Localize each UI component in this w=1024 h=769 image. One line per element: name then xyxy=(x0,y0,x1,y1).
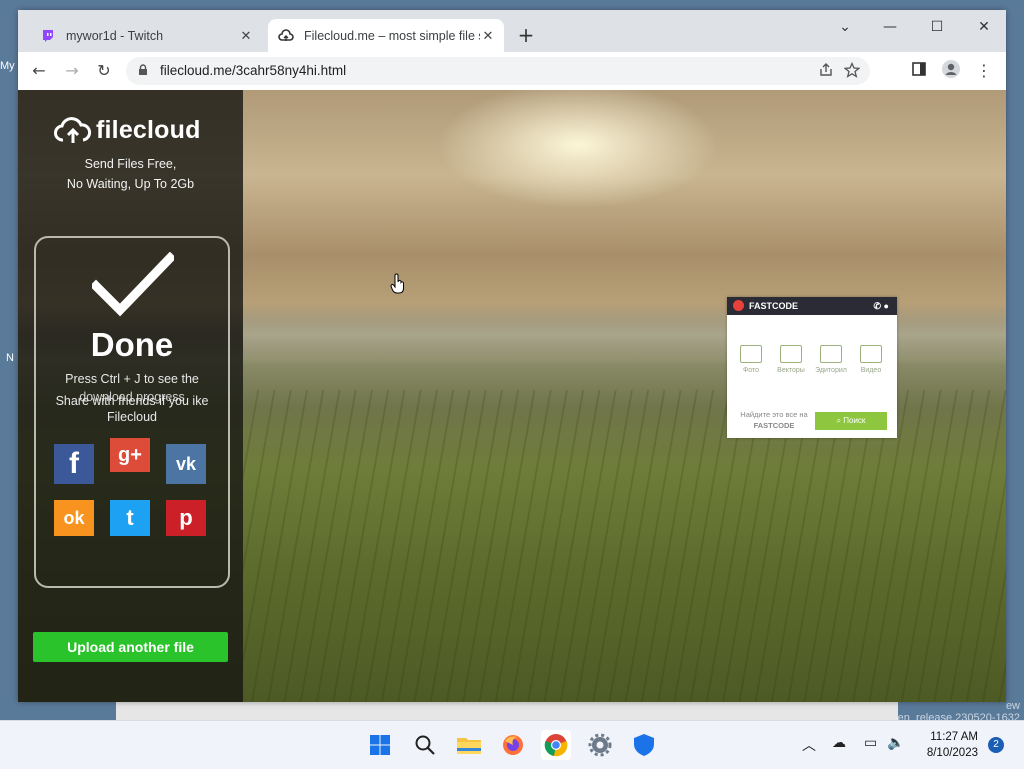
start-windows-icon[interactable] xyxy=(365,730,395,760)
browser-toolbar: ← → ↻ filecloud.me/3cahr58ny4hi.html ⋮ xyxy=(18,52,1006,91)
lock-icon[interactable] xyxy=(138,64,148,79)
hint-line1: Press Ctrl + J to see the xyxy=(65,372,199,386)
volume-icon[interactable]: 🔈 xyxy=(887,735,904,751)
ad-item-video[interactable]: Видео xyxy=(854,345,888,374)
vector-icon xyxy=(780,345,802,363)
address-bar[interactable]: filecloud.me/3cahr58ny4hi.html xyxy=(126,57,870,85)
chrome-icon[interactable] xyxy=(541,730,571,760)
phone-chat-icon: ✆ ● xyxy=(873,301,889,311)
menu-kebab-icon[interactable]: ⋮ xyxy=(973,60,995,82)
ad-item-label: Векторы xyxy=(777,367,805,374)
background-window-strip xyxy=(116,702,898,720)
close-tab-icon[interactable]: ✕ xyxy=(238,28,254,44)
minimize-button[interactable]: — xyxy=(875,16,905,38)
tab-search-icon[interactable]: ⌄ xyxy=(830,16,860,38)
pinterest-icon: p xyxy=(179,505,193,530)
profile-avatar-icon[interactable] xyxy=(940,60,962,82)
facebook-share-button[interactable]: f xyxy=(54,444,94,484)
windows-security-icon[interactable] xyxy=(629,730,659,760)
bookmark-star-icon[interactable] xyxy=(843,61,861,82)
maximize-button[interactable]: ☐ xyxy=(922,16,952,38)
tagline-line2: No Waiting, Up To 2Gb xyxy=(66,177,195,191)
ad-item-label: Видео xyxy=(860,367,882,374)
ad-header: FASTCODE ✆ ● xyxy=(727,297,897,315)
page-content: filecloud Send Files Free, No Waiting, U… xyxy=(18,90,1006,702)
browser-window: mywor1d - Twitch ✕ Filecloud.me – most s… xyxy=(18,10,1006,702)
tab-title: Filecloud.me – most simple file s xyxy=(304,28,480,43)
close-window-button[interactable]: ✕ xyxy=(969,16,999,38)
share-icon[interactable] xyxy=(818,62,834,82)
desktop-icon-label: N xyxy=(6,352,14,364)
sidebar: filecloud Send Files Free, No Waiting, U… xyxy=(18,90,243,702)
tab-title: mywor1d - Twitch xyxy=(66,28,164,43)
upload-status-card: Done Press Ctrl + J to see the download … xyxy=(34,236,230,588)
search-icon[interactable] xyxy=(410,730,440,760)
pinterest-share-button[interactable]: p xyxy=(166,500,206,536)
side-panel-icon[interactable] xyxy=(908,60,930,82)
clock[interactable]: 11:27 AM 8/10/2023 xyxy=(927,729,978,761)
twitter-icon: t xyxy=(126,505,134,530)
newspaper-icon xyxy=(820,345,842,363)
ad-search-button[interactable]: ⌕ Поиск xyxy=(815,412,887,430)
camera-icon xyxy=(740,345,762,363)
tab-strip: mywor1d - Twitch ✕ Filecloud.me – most s… xyxy=(18,10,1006,52)
video-camera-icon xyxy=(860,345,882,363)
close-tab-icon[interactable]: ✕ xyxy=(480,28,496,44)
hand-cursor-icon xyxy=(390,273,404,294)
settings-gear-icon[interactable] xyxy=(585,730,615,760)
fastcode-ad[interactable]: FASTCODE ✆ ● Фото Векторы Эдиторил Видео… xyxy=(727,297,897,438)
logo-text: filecloud xyxy=(96,116,201,144)
reload-button[interactable]: ↻ xyxy=(93,60,115,82)
ad-brand: FASTCODE xyxy=(749,301,799,311)
chevron-up-icon[interactable]: ︿ xyxy=(802,735,816,755)
ad-item-photo[interactable]: Фото xyxy=(734,345,768,374)
share-line1: Share with friends if you ike xyxy=(55,394,209,408)
ad-item-label: Эдиторил xyxy=(815,367,847,374)
ad-item-editorial[interactable]: Эдиторил xyxy=(814,345,848,374)
vk-icon: vk xyxy=(175,453,197,474)
cloud-icon xyxy=(278,28,294,44)
checkmark-icon xyxy=(92,252,174,317)
cloud-offline-icon[interactable]: ☁ xyxy=(832,735,846,751)
network-icon[interactable]: ▭ xyxy=(864,735,877,751)
desktop-icon-label: My xyxy=(0,60,15,72)
upload-another-file-button[interactable]: Upload another file xyxy=(33,632,228,662)
back-button[interactable]: ← xyxy=(28,60,50,82)
tagline-line1: Send Files Free, xyxy=(84,157,177,171)
notification-badge[interactable]: 2 xyxy=(988,737,1004,753)
tab-twitch[interactable]: mywor1d - Twitch ✕ xyxy=(30,19,262,52)
ad-text: Найдите это все на FASTCODE xyxy=(740,410,808,430)
tab-filecloud[interactable]: Filecloud.me – most simple file s ✕ xyxy=(268,19,504,52)
url-text: filecloud.me/3cahr58ny4hi.html xyxy=(160,63,347,78)
clock-date: 8/10/2023 xyxy=(926,747,978,759)
ad-item-label: Фото xyxy=(742,367,760,374)
flame-icon xyxy=(733,300,744,311)
odnoklassniki-share-button[interactable]: ok xyxy=(54,500,94,536)
ad-button-label: Поиск xyxy=(843,416,866,425)
filecloud-logo[interactable]: filecloud xyxy=(54,116,201,145)
taskbar: ︿ ☁ ▭ 🔈 11:27 AM 8/10/2023 2 xyxy=(0,720,1024,769)
google-plus-icon: g+ xyxy=(118,443,142,466)
firefox-icon[interactable] xyxy=(498,730,528,760)
odnoklassniki-icon: ok xyxy=(63,507,85,528)
facebook-icon: f xyxy=(69,447,79,480)
clock-time: 11:27 AM xyxy=(930,731,978,743)
forward-button[interactable]: → xyxy=(61,60,83,82)
status-title: Done xyxy=(90,326,174,363)
vk-share-button[interactable]: vk xyxy=(166,444,206,484)
new-tab-button[interactable]: + xyxy=(516,25,536,46)
ad-item-vectors[interactable]: Векторы xyxy=(774,345,808,374)
twitter-share-button[interactable]: t xyxy=(110,500,150,536)
cloud-upload-icon xyxy=(54,116,92,143)
share-line2: Filecloud xyxy=(106,410,158,424)
file-explorer-icon[interactable] xyxy=(454,730,484,760)
twitch-icon xyxy=(40,28,56,44)
google-plus-share-button[interactable]: g+ xyxy=(110,438,150,472)
